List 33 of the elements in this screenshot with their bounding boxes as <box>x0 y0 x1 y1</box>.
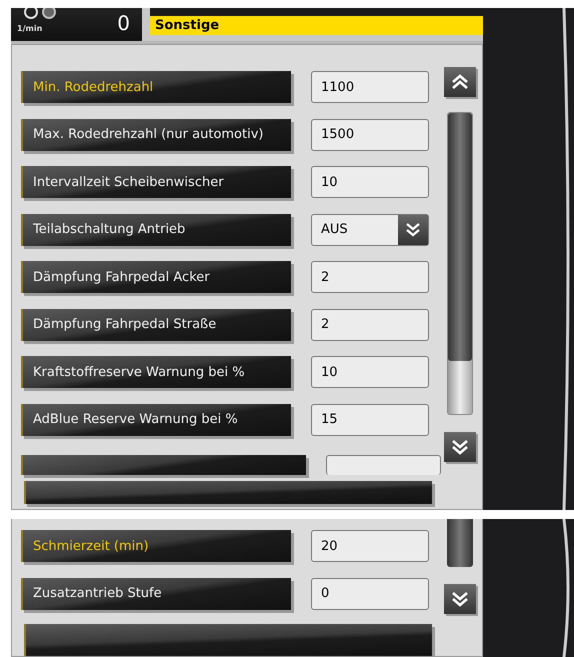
value-field[interactable]: 1100 <box>311 71 429 103</box>
chevron-down-icon <box>451 591 469 607</box>
value-field[interactable]: 1500 <box>311 118 429 150</box>
value-field[interactable]: AUS <box>311 214 429 246</box>
value-field[interactable]: 10 <box>311 356 429 388</box>
scrollbar-thumb[interactable] <box>448 113 472 361</box>
scroll-down-button[interactable] <box>444 584 476 614</box>
value-field[interactable] <box>326 455 441 475</box>
footer-bar[interactable] <box>24 624 432 656</box>
chevron-up-icon <box>451 74 469 90</box>
footer-bar[interactable] <box>24 481 432 504</box>
setting-button[interactable]: Schmierzeit (min) <box>21 530 291 562</box>
setting-button[interactable]: Dämpfung Fahrpedal Acker <box>21 261 291 293</box>
section-title: Sonstige <box>150 16 483 35</box>
value-field[interactable]: 15 <box>311 404 429 436</box>
setting-button[interactable]: Min. Rodedrehzahl <box>21 71 291 103</box>
scroll-down-button[interactable] <box>444 432 476 462</box>
value-field[interactable]: 2 <box>311 261 429 293</box>
chevron-down-icon <box>405 222 421 238</box>
scroll-up-button[interactable] <box>444 67 476 97</box>
setting-button[interactable]: Intervallzeit Scheibenwischer <box>21 166 291 198</box>
unit-label: 1/min <box>17 24 42 33</box>
value-field[interactable]: 10 <box>311 166 429 198</box>
setting-button[interactable]: Kraftstoffreserve Warnung bei % <box>21 356 291 388</box>
value-field[interactable]: 20 <box>311 530 429 562</box>
setting-button[interactable] <box>21 455 306 475</box>
rpm-value: 0 <box>117 11 130 35</box>
chevron-down-icon <box>451 439 469 455</box>
value-field[interactable]: 0 <box>311 578 429 610</box>
dropdown-button[interactable] <box>398 214 428 244</box>
value-field[interactable]: 2 <box>311 308 429 340</box>
scrollbar-thumb[interactable] <box>447 519 473 567</box>
scrollbar-track[interactable] <box>447 112 473 415</box>
